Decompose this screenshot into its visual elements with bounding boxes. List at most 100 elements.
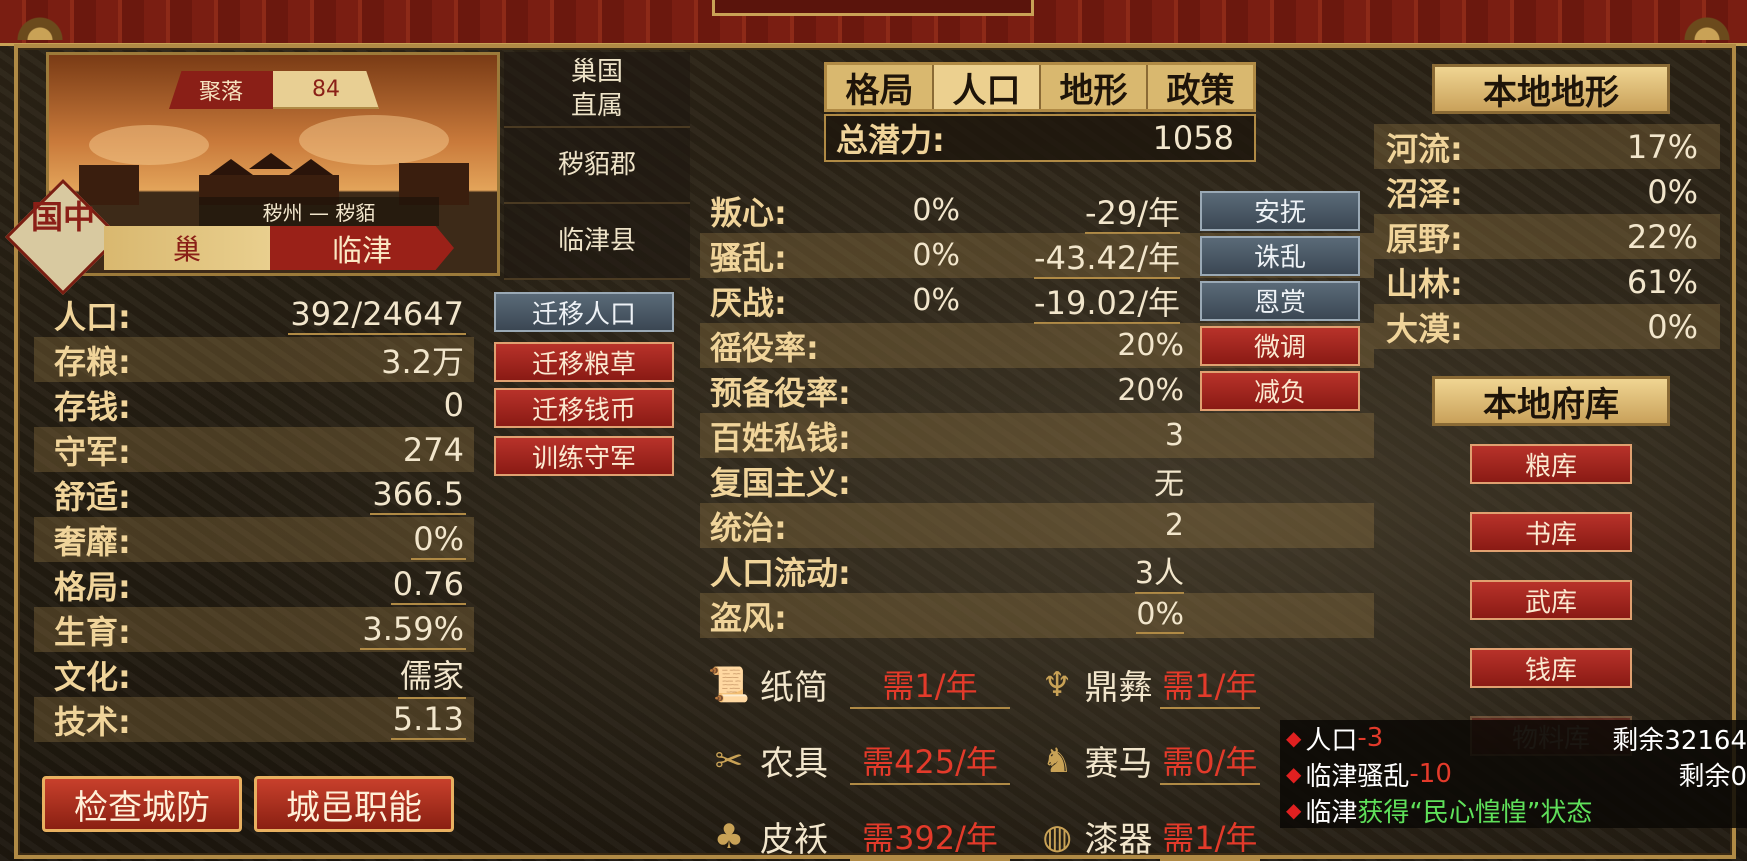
stat-label: 存钱: bbox=[54, 387, 131, 426]
log-subject: 人口 bbox=[1305, 725, 1358, 756]
stat-label: 预备役率: bbox=[710, 373, 851, 412]
stat-rate-value: -43.42/年 bbox=[1034, 238, 1180, 279]
action-button[interactable]: 安抚 bbox=[1200, 190, 1360, 231]
hierarchy-nation[interactable]: 巢国 直属 bbox=[504, 52, 690, 128]
treasury-button[interactable]: 武库 bbox=[1470, 580, 1632, 620]
tab-terrain[interactable]: 地形 bbox=[1041, 65, 1148, 111]
stat-row: 骚乱: 0% -43.42/年 诛乱 bbox=[700, 233, 1374, 279]
action-button[interactable]: 微调 bbox=[1200, 325, 1360, 366]
log-subject: 临津 bbox=[1305, 797, 1358, 828]
admin-hierarchy: 巢国 直属 秽貊郡 临津县 bbox=[504, 52, 690, 282]
stat-row: 舒适: 366.5 bbox=[34, 472, 474, 517]
stat-value: 20% bbox=[1117, 328, 1184, 363]
migrate-population-button[interactable]: 迁移人口 bbox=[494, 292, 674, 332]
supply-name: 皮袄 bbox=[760, 820, 828, 860]
stat-value[interactable]: 366.5 bbox=[370, 475, 466, 515]
terrain-row: 河流: 17% bbox=[1374, 124, 1720, 169]
stat-label: 百姓私钱: bbox=[710, 418, 851, 457]
log-entry: ◆ 人口 -3 剩余32164 bbox=[1280, 720, 1747, 756]
terrain-title: 本地地形 bbox=[1432, 64, 1670, 114]
tab-state[interactable]: 巢 bbox=[104, 226, 270, 270]
treasury-button[interactable]: 粮库 bbox=[1470, 444, 1632, 484]
city-functions-button[interactable]: 城邑职能 bbox=[254, 776, 454, 832]
supply-need: 需392/年 bbox=[850, 813, 1010, 861]
terrain-label: 沼泽: bbox=[1386, 174, 1463, 213]
tab-city[interactable]: 临津 bbox=[270, 226, 454, 270]
stat-value: 无 bbox=[1154, 466, 1184, 502]
stat-label: 厌战: bbox=[710, 283, 787, 322]
stat-row: 存钱: 0 bbox=[34, 382, 474, 427]
migrate-grain-button[interactable]: 迁移粮草 bbox=[494, 342, 674, 382]
stat-rate: -29/年 bbox=[960, 188, 1180, 234]
stat-row: 厌战: 0% -19.02/年 恩赏 bbox=[700, 278, 1374, 324]
stat-value: 3.59% bbox=[360, 609, 466, 650]
stat-percent: 0% bbox=[912, 283, 960, 318]
supply-need: 需1/年 bbox=[1159, 661, 1260, 709]
tab-layout[interactable]: 格局 bbox=[827, 65, 934, 111]
stat-value: 0% bbox=[411, 519, 466, 560]
stat-rate-value: -19.02/年 bbox=[1034, 283, 1180, 324]
hierarchy-county[interactable]: 临津县 bbox=[504, 204, 690, 280]
stat-value: 儒家 bbox=[397, 651, 466, 699]
terrain-value: 0% bbox=[1647, 172, 1698, 211]
stat-value: 20% bbox=[1117, 373, 1184, 408]
stat-row: 存粮: 3.2万 bbox=[34, 337, 474, 382]
log-delta: -3 bbox=[1357, 723, 1384, 753]
stat-row: 百姓私钱: 3 bbox=[700, 413, 1374, 458]
stat-label: 盗风: bbox=[710, 598, 787, 637]
action-button[interactable]: 减负 bbox=[1200, 370, 1360, 411]
stat-label: 格局: bbox=[54, 567, 131, 606]
terrain-value: 61% bbox=[1626, 262, 1698, 301]
train-garrison-button[interactable]: 训练守军 bbox=[494, 436, 674, 476]
hierarchy-commandery[interactable]: 秽貊郡 bbox=[504, 128, 690, 204]
city-stats: 人口: 392/24647 存粮: 3.2万 存钱: 0 守军: 274 舒适: 366.5 奢靡:… bbox=[34, 292, 474, 742]
treasury-button[interactable]: 书库 bbox=[1470, 512, 1632, 552]
stat-value: 2 bbox=[1164, 508, 1184, 543]
stat-label: 文化: bbox=[54, 657, 131, 696]
terrain-row: 大漠: 0% bbox=[1374, 304, 1720, 349]
corner-ornament-right bbox=[1667, 0, 1747, 40]
category-tabs: 格局 人口 地形 政策 bbox=[824, 62, 1256, 112]
supply-item: ◍ 漆器 需1/年 bbox=[1038, 812, 1260, 861]
stat-label: 统治: bbox=[710, 508, 787, 547]
diamond-icon: ◆ bbox=[1286, 726, 1302, 750]
action-button[interactable]: 诛乱 bbox=[1200, 235, 1360, 276]
terrain-list: 河流: 17% 沼泽: 0% 原野: 22% 山林: 61% 大漠: 0% bbox=[1374, 124, 1720, 349]
treasury-button[interactable]: 钱库 bbox=[1470, 648, 1632, 688]
stat-row: 守军: 274 bbox=[34, 427, 474, 472]
supply-item: 📜 纸简 需1/年 bbox=[706, 660, 1010, 709]
terrain-value: 17% bbox=[1626, 127, 1698, 166]
stat-value: 274 bbox=[402, 430, 464, 469]
stat-value[interactable]: 392/24647 bbox=[288, 295, 466, 335]
supply-need: 需425/年 bbox=[850, 737, 1010, 785]
stat-label: 叛心: bbox=[710, 193, 787, 232]
stat-row: 人口流动: 3人 bbox=[700, 548, 1374, 594]
event-log: ◆ 人口 -3 剩余32164 ◆ 临津骚乱 -10 剩余0 ◆ 临津 获得“民心惶惶”状态 bbox=[1280, 720, 1747, 828]
seal-text: 国中 bbox=[30, 198, 95, 236]
stat-value: 3 bbox=[1164, 418, 1184, 453]
action-button[interactable]: 恩赏 bbox=[1200, 280, 1360, 321]
stat-label: 人口: bbox=[54, 297, 131, 336]
log-delta: -10 bbox=[1409, 759, 1452, 789]
log-entry: ◆ 临津骚乱 -10 剩余0 bbox=[1280, 756, 1747, 792]
stat-label: 舒适: bbox=[54, 477, 131, 516]
inspect-defense-button[interactable]: 检查城防 bbox=[42, 776, 242, 832]
region-name: 秽州 — 秽貊 bbox=[199, 197, 439, 226]
settlement-tier-value: 84 bbox=[273, 71, 379, 109]
top-plate bbox=[712, 0, 1034, 16]
stat-row: 人口: 392/24647 bbox=[34, 292, 474, 337]
stat-value: 5.13 bbox=[390, 699, 466, 740]
supply-name: 鼎彝 bbox=[1084, 668, 1153, 708]
stat-row: 生育: 3.59% bbox=[34, 607, 474, 652]
migrate-coins-button[interactable]: 迁移钱币 bbox=[494, 388, 674, 428]
stat-row: 奢靡: 0% bbox=[34, 517, 474, 562]
terrain-value: 22% bbox=[1626, 217, 1698, 256]
supply-item: ♣ 皮袄 需392/年 bbox=[706, 812, 1010, 861]
tab-population[interactable]: 人口 bbox=[934, 65, 1041, 111]
supply-item: ♆ 鼎彝 需1/年 bbox=[1038, 660, 1260, 709]
stat-label: 骚乱: bbox=[710, 238, 787, 277]
stat-row: 复国主义: 无 bbox=[700, 458, 1374, 503]
robe-icon: ♣ bbox=[713, 816, 745, 857]
stat-row: 预备役率: 20% 减负 bbox=[700, 368, 1374, 413]
tab-policy[interactable]: 政策 bbox=[1148, 65, 1253, 111]
